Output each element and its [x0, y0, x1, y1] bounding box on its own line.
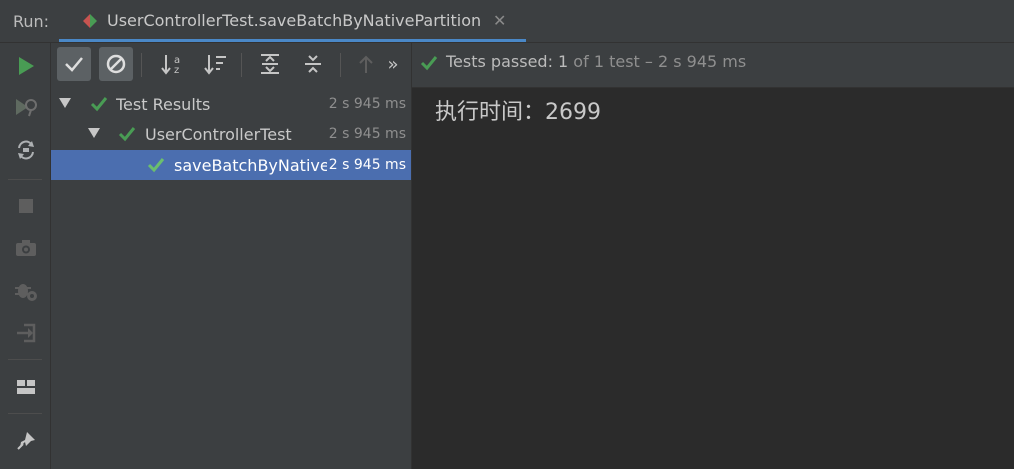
stop-icon[interactable]: [13, 193, 39, 219]
tests-passed-detail: of 1 test – 2 s 945 ms: [568, 52, 747, 71]
rerun-failed-icon[interactable]: [13, 94, 39, 120]
expand-all-icon[interactable]: [253, 47, 287, 81]
svg-text:z: z: [174, 65, 179, 75]
tree-row-save-batch-by-native-partition[interactable]: saveBatchByNativePartition 2 s 945 ms: [51, 150, 411, 180]
tree-row-time: 2 s 945 ms: [328, 96, 406, 112]
tab-run-configuration[interactable]: UserControllerTest.saveBatchByNativePart…: [59, 0, 526, 42]
toolbar-separator: [340, 53, 341, 77]
expand-arrow-icon[interactable]: [59, 98, 71, 108]
tree-row-time: 2 s 945 ms: [328, 157, 406, 173]
run-config-icon: [81, 12, 99, 30]
test-tree-toolbar: a z »: [51, 43, 411, 87]
exit-icon[interactable]: [13, 320, 39, 346]
close-tab-icon[interactable]: ✕: [493, 12, 506, 30]
passed-check-icon: [147, 157, 165, 173]
toolbar-separator: [8, 359, 42, 360]
toolbar-separator: [8, 413, 42, 414]
toolbar-separator: [141, 53, 142, 77]
tree-row-label: saveBatchByNativePartition: [174, 156, 327, 175]
toolbar-separator: [8, 179, 42, 180]
collapse-all-icon[interactable]: [296, 47, 330, 81]
tests-status-text: Tests passed: 1 of 1 test – 2 s 945 ms: [446, 52, 746, 71]
camera-icon[interactable]: [13, 235, 39, 261]
test-tree-panel: a z » Test Results 2 s 945 ms UserContro…: [51, 43, 412, 469]
toolbar-separator: [241, 53, 242, 77]
tree-row-label: Test Results: [116, 95, 211, 114]
layout-icon[interactable]: [13, 374, 39, 400]
sort-duration-icon[interactable]: [199, 47, 233, 81]
expand-arrow-icon[interactable]: [88, 128, 100, 138]
show-ignored-icon[interactable]: [99, 47, 133, 81]
console-line: 执行时间：2699: [435, 100, 601, 125]
tree-row-time: 2 s 945 ms: [328, 126, 406, 142]
run-tool-window-header: Run: UserControllerTest.saveBatchByNativ…: [0, 0, 1014, 43]
debug-settings-icon[interactable]: [13, 278, 39, 304]
passed-check-icon: [118, 126, 136, 142]
previous-failed-icon[interactable]: [349, 47, 383, 81]
tree-row-label: UserControllerTest: [145, 125, 292, 144]
show-passed-icon[interactable]: [57, 47, 91, 81]
passed-check-icon: [90, 96, 108, 112]
pin-icon[interactable]: [13, 428, 39, 454]
tests-passed-label: Tests passed: 1: [446, 52, 569, 71]
tab-title: UserControllerTest.saveBatchByNativePart…: [107, 11, 482, 30]
sort-alpha-icon[interactable]: a z: [156, 47, 190, 81]
tests-passed-check-icon: [420, 55, 438, 75]
tree-row-user-controller-test[interactable]: UserControllerTest 2 s 945 ms: [51, 119, 411, 149]
run-label: Run:: [13, 12, 50, 31]
more-icon[interactable]: »: [380, 47, 406, 81]
rerun-icon[interactable]: [13, 53, 39, 79]
tab-active-indicator: [59, 39, 526, 42]
toggle-auto-test-icon[interactable]: [13, 137, 39, 163]
left-toolbar: [0, 43, 51, 469]
test-status-bar: Tests passed: 1 of 1 test – 2 s 945 ms: [412, 43, 1014, 88]
console-output[interactable]: 执行时间：2699: [412, 88, 1014, 469]
tree-row-test-results[interactable]: Test Results 2 s 945 ms: [51, 89, 411, 119]
